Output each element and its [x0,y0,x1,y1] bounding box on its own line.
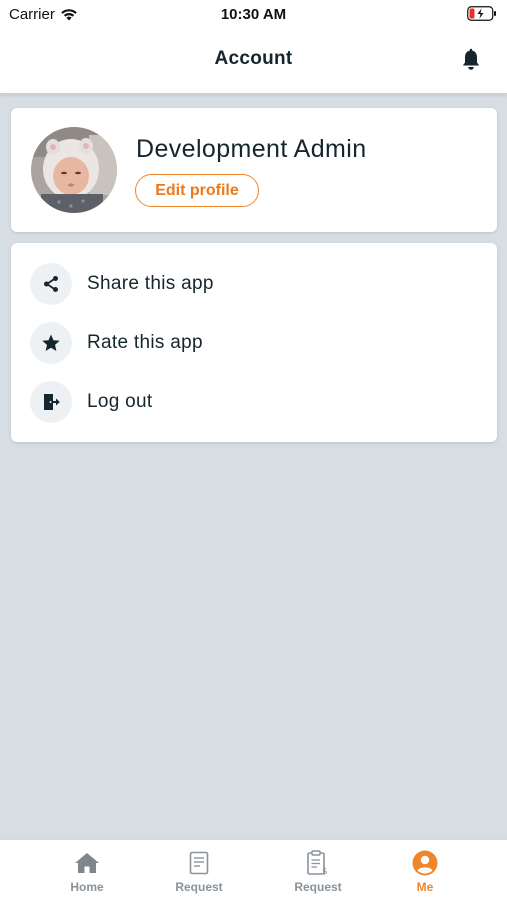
svg-text:$: $ [322,867,328,876]
edit-profile-button[interactable]: Edit profile [135,174,259,207]
share-icon-container [30,263,72,305]
menu-item-logout[interactable]: Log out [11,373,497,431]
tab-me[interactable]: Me [392,840,458,900]
menu-item-label: Rate this app [87,332,203,353]
profile-name: Development Admin [136,135,367,163]
status-bar: Carrier 10:30 AM [0,0,507,28]
tab-home[interactable]: Home [48,840,126,900]
status-time: 10:30 AM [220,6,287,23]
account-screen: Carrier 10:30 AM Account Development Adm… [0,0,507,900]
tab-label: Me [416,880,434,894]
avatar[interactable] [31,127,117,213]
menu-item-label: Log out [87,391,153,412]
tab-label: Request [294,880,342,894]
menu-item-label: Share this app [87,273,214,294]
tab-label: Request [175,880,223,894]
document-icon [185,849,213,877]
page-title: Account [214,48,293,69]
profile-card: Development Admin Edit profile [11,108,497,232]
tab-request-invoice[interactable]: $ Request [279,840,357,900]
star-icon-container [30,322,72,364]
header: Account [0,28,507,94]
battery-charging-icon [467,6,496,21]
logout-icon [44,394,60,410]
star-icon [42,334,60,351]
share-icon [44,276,58,292]
baby-photo-avatar [31,127,117,213]
invoice-icon: $ [304,849,332,877]
user-icon [411,849,439,877]
bell-icon[interactable] [460,48,482,72]
menu-card: Share this app Rate this app Log out [11,243,497,442]
logout-icon-container [30,381,72,423]
tab-request-document[interactable]: Request [160,840,238,900]
tab-bar: Home Request $ Request Me [0,839,507,900]
tab-label: Home [70,880,104,894]
menu-item-rate[interactable]: Rate this app [11,314,497,372]
home-icon [73,849,101,877]
menu-item-share[interactable]: Share this app [11,255,497,313]
